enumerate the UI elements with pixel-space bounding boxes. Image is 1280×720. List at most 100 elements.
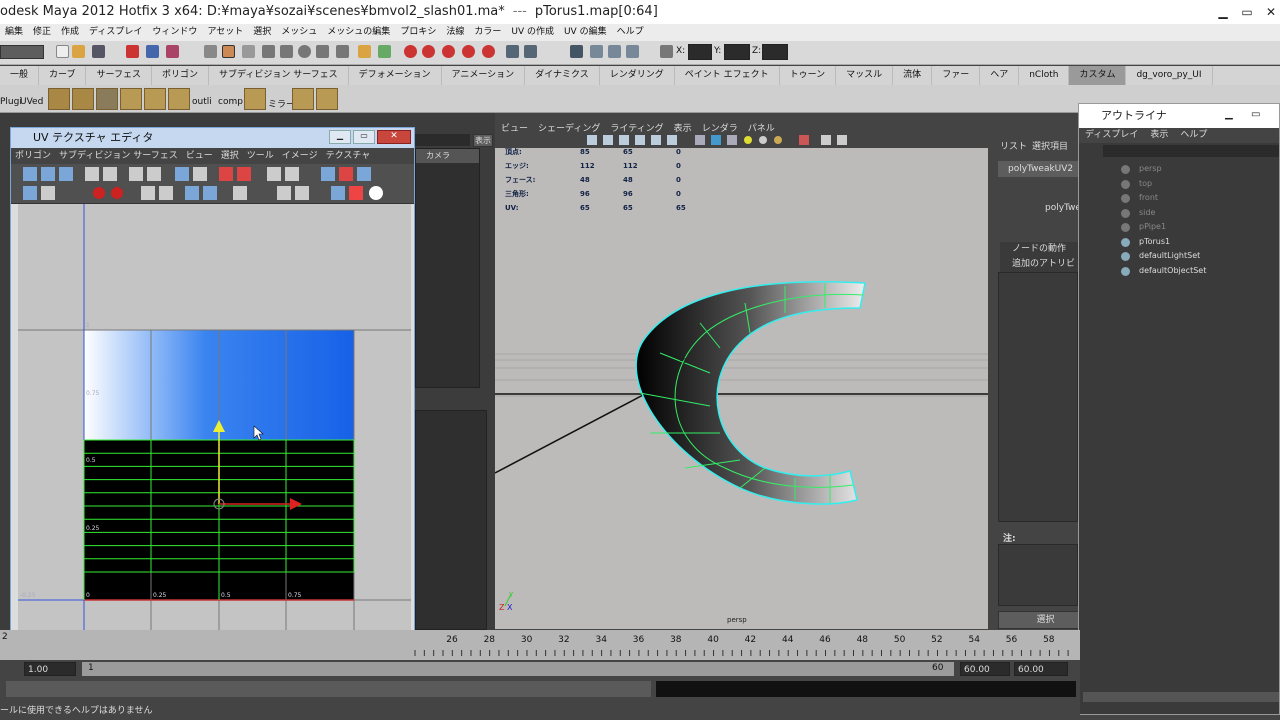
uv-tool7-icon[interactable] [147, 167, 161, 181]
uv-tool9-icon[interactable] [193, 167, 207, 181]
tool-settings-icon[interactable] [590, 45, 603, 58]
layer-editor-icon[interactable] [626, 45, 639, 58]
select-hierarchy-icon[interactable] [126, 45, 139, 58]
menu-item-14[interactable]: ヘルプ [612, 24, 649, 41]
shelf-tool7-icon[interactable] [244, 88, 266, 110]
attr-tab-selection[interactable]: 選択項目 [1032, 139, 1068, 152]
vp-camera-icon[interactable] [587, 135, 597, 145]
snap-curve-icon[interactable] [280, 45, 293, 58]
input-ops-icon[interactable] [378, 45, 391, 58]
node-tab[interactable]: polyTweakUV2 [998, 161, 1078, 177]
outliner-item[interactable]: defaultLightSet [1139, 251, 1200, 260]
outliner-item[interactable]: side [1139, 208, 1155, 217]
shelf-tab-6[interactable]: アニメーション [442, 66, 526, 85]
uv-tool27-icon[interactable] [295, 186, 309, 200]
vp-layout-icon[interactable] [821, 135, 831, 145]
uv-tool24-icon[interactable] [203, 186, 217, 200]
vp-hud-icon[interactable] [727, 135, 737, 145]
start-time-field[interactable]: 1.00 [24, 662, 76, 676]
uv-tool16-icon[interactable] [357, 167, 371, 181]
time-slider[interactable]: 262830323436384042444648505254565860 2 [0, 630, 1092, 660]
uv-tool29-icon[interactable] [349, 186, 363, 200]
shelf-tool5-icon[interactable] [144, 88, 166, 110]
shelf-tab-2[interactable]: サーフェス [86, 66, 152, 85]
shelf-tool4-icon[interactable] [120, 88, 142, 110]
uv-tool12-icon[interactable] [267, 167, 281, 181]
shelf-tool2-icon[interactable] [72, 88, 94, 110]
mode-dropdown[interactable] [0, 45, 44, 59]
3d-viewport[interactable]: 頂点: 85 65 0 エッジ: 112 112 0 フェース: 48 48 0 三角形: 96 96 0 UV… [494, 147, 988, 629]
edge-mask-icon[interactable] [222, 45, 235, 58]
vp-xray-icon[interactable] [695, 135, 705, 145]
range-bar[interactable]: 1 60 [82, 662, 954, 676]
menu-item-3[interactable]: ディスプレイ [84, 24, 147, 41]
snap-grid-icon[interactable] [262, 45, 275, 58]
vp-shaded-icon[interactable] [635, 135, 645, 145]
outliner-menu-item-1[interactable]: 表示 [1150, 130, 1168, 140]
shelf-tab-1[interactable]: カーブ [39, 66, 87, 85]
uv-minimize-button[interactable]: ▁ [329, 130, 351, 144]
minimize-button[interactable]: ▁ [1212, 4, 1234, 20]
uv-tool4-icon[interactable] [85, 167, 99, 181]
end-time-field-2[interactable]: 60.00 [1014, 662, 1068, 676]
vertex-mask-icon[interactable] [204, 45, 217, 58]
hypershade-icon[interactable] [462, 45, 475, 58]
x-field[interactable] [688, 44, 712, 60]
shelf-tab-3[interactable]: ポリゴン [152, 66, 209, 85]
vp-isolate-icon[interactable] [711, 135, 721, 145]
outliner-maximize-button[interactable]: ▭ [1251, 109, 1269, 123]
menu-item-4[interactable]: ウィンドウ [147, 24, 202, 41]
open-scene-icon[interactable] [72, 45, 85, 58]
vp-wire-icon[interactable] [619, 135, 629, 145]
uv-tool17-icon[interactable] [23, 186, 37, 200]
menu-item-9[interactable]: プロキシ [395, 24, 441, 41]
uv-menu-item-5[interactable]: イメージ [282, 151, 318, 161]
menu-item-5[interactable]: アセット [202, 24, 248, 41]
transform-mode-icon[interactable] [660, 45, 673, 58]
shelf-tab-17[interactable]: dg_voro_py_UI [1126, 66, 1213, 85]
snap-view-icon[interactable] [316, 45, 329, 58]
uv-tool14-icon[interactable] [321, 167, 335, 181]
outliner-minimize-button[interactable]: ▁ [1225, 109, 1243, 123]
uv-menu-item-2[interactable]: ビュー [186, 151, 213, 161]
note-area[interactable] [998, 544, 1078, 606]
uv-tool10-icon[interactable] [219, 167, 233, 181]
outliner-item[interactable]: pTorus1 [1139, 237, 1170, 246]
shelf-mira-label[interactable]: ミラー [268, 97, 295, 110]
vp-sun-icon[interactable] [744, 136, 752, 144]
menu-item-2[interactable]: 作成 [56, 24, 84, 41]
close-button[interactable]: ✕ [1260, 4, 1280, 20]
vp-layout2-icon[interactable] [837, 135, 847, 145]
shelf-tool1-icon[interactable] [48, 88, 70, 110]
end-time-field[interactable]: 60.00 [960, 662, 1010, 676]
uv-tool20-icon[interactable] [111, 187, 123, 199]
vp-grid-icon[interactable] [603, 135, 613, 145]
viewport-menu-item-1[interactable]: シェーディング [538, 124, 600, 134]
select-component-icon[interactable] [166, 45, 179, 58]
uv-tool18-icon[interactable] [41, 186, 55, 200]
uv-menu-item-6[interactable]: テクスチャ [326, 151, 371, 161]
uv-maximize-button[interactable]: ▭ [353, 130, 375, 144]
uv-tool25-icon[interactable] [233, 186, 247, 200]
snap-point-icon[interactable] [298, 45, 311, 58]
uv-tool28-icon[interactable] [331, 186, 345, 200]
z-field[interactable] [762, 44, 788, 60]
outliner-item[interactable]: front [1139, 193, 1158, 202]
new-scene-icon[interactable] [56, 45, 69, 58]
shelf-tab-16[interactable]: カスタム [1069, 66, 1127, 85]
vp-sphere2-icon[interactable] [774, 136, 782, 144]
shelf-tool9-icon[interactable] [316, 88, 338, 110]
ipr-render-icon[interactable] [422, 45, 435, 58]
y-field[interactable] [724, 44, 750, 60]
uv-tool30-icon[interactable] [369, 186, 383, 200]
shelf-tab-13[interactable]: ファー [932, 66, 981, 85]
uv-tool11-icon[interactable] [237, 167, 251, 181]
uv-menu-item-1[interactable]: サブディビジョン サーフェス [59, 151, 178, 161]
outliner-item[interactable]: defaultObjectSet [1139, 266, 1206, 275]
uv-menu-item-3[interactable]: 選択 [221, 151, 239, 161]
render-icon[interactable] [404, 45, 417, 58]
vp-texture-icon[interactable] [651, 135, 661, 145]
panel-search-field[interactable] [415, 134, 470, 146]
snap-live-icon[interactable] [336, 45, 349, 58]
menu-item-8[interactable]: メッシュの編集 [322, 24, 395, 41]
